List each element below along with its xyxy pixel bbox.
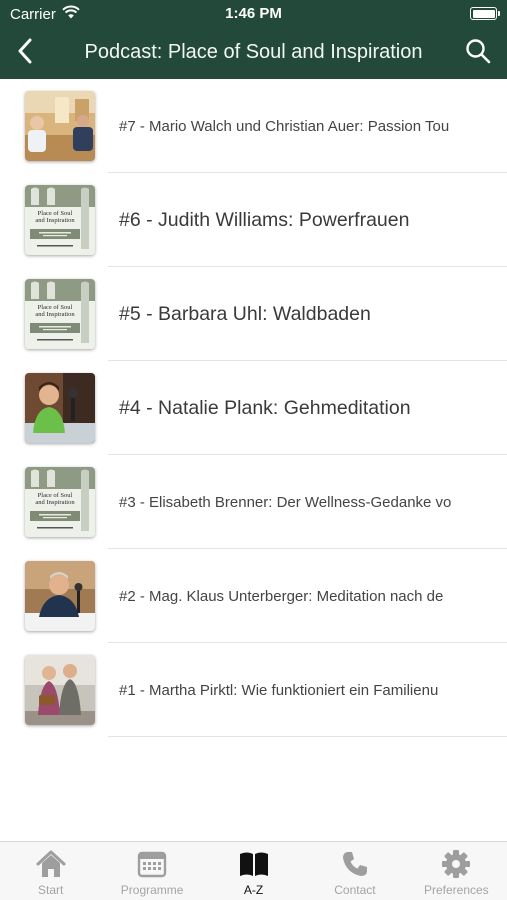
back-button[interactable]: [10, 36, 40, 70]
tab-label: A-Z: [243, 883, 264, 897]
episode-thumbnail: Place of Soul and Inspiration: [25, 185, 95, 255]
episode-thumbnail: [25, 655, 95, 725]
cover-title-line2: and Inspiration: [35, 217, 75, 224]
episode-title: #6 - Judith Williams: Powerfrauen: [119, 208, 410, 231]
search-icon: [465, 38, 491, 69]
tab-preferences[interactable]: Preferences: [406, 842, 507, 900]
episode-row[interactable]: #4 - Natalie Plank: Gehmeditation: [0, 361, 507, 455]
tab-start[interactable]: Start: [0, 842, 101, 900]
episode-row[interactable]: Place of Soul and Inspiration #3 - Elisa…: [0, 455, 507, 549]
cover-title-line1: Place of Soul: [38, 304, 73, 311]
episode-row[interactable]: Place of Soul and Inspiration #5 - Barba…: [0, 267, 507, 361]
cover-title-line1: Place of Soul: [38, 492, 73, 499]
tab-bar: Start Programme A-Z Contact Preferences: [0, 841, 507, 900]
tab-a-z[interactable]: A-Z: [203, 842, 304, 900]
battery-icon: [470, 7, 500, 20]
gear-icon: [441, 849, 471, 879]
cover-title-line2: and Inspiration: [35, 311, 75, 318]
episode-thumbnail: Place of Soul and Inspiration: [25, 279, 95, 349]
episode-title: #1 - Martha Pirktl: Wie funktioniert ein…: [119, 681, 439, 699]
episode-row[interactable]: Place of Soul and Inspiration #6 - Judit…: [0, 173, 507, 267]
search-button[interactable]: [463, 38, 493, 68]
cover-title-line1: Place of Soul: [38, 210, 73, 217]
tab-contact[interactable]: Contact: [304, 842, 405, 900]
episode-title: #5 - Barbara Uhl: Waldbaden: [119, 302, 371, 325]
episode-thumbnail: [25, 561, 95, 631]
episode-list: #7 - Mario Walch und Christian Auer: Pas…: [0, 79, 507, 737]
tab-programme[interactable]: Programme: [101, 842, 202, 900]
episode-thumbnail: [25, 91, 95, 161]
tab-label: Contact: [334, 883, 376, 897]
tab-label: Programme: [120, 883, 184, 897]
page-title: Podcast: Place of Soul and Inspiration: [84, 41, 423, 63]
episode-thumbnail: [25, 373, 95, 443]
episode-row[interactable]: #2 - Mag. Klaus Unterberger: Meditation …: [0, 549, 507, 643]
episode-title: #2 - Mag. Klaus Unterberger: Meditation …: [119, 587, 444, 605]
clock: 1:46 PM: [225, 5, 282, 22]
phone-icon: [341, 849, 369, 879]
status-bar: Carrier 1:46 PM: [0, 0, 507, 28]
tab-label: Start: [38, 883, 64, 897]
cover-title-line2: and Inspiration: [35, 499, 75, 506]
navigation-bar: Podcast: Place of Soul and Inspiration: [0, 28, 507, 79]
tab-label: Preferences: [423, 883, 489, 897]
episode-row[interactable]: #7 - Mario Walch und Christian Auer: Pas…: [0, 79, 507, 173]
chevron-left-icon: [17, 38, 33, 69]
home-icon: [35, 849, 67, 879]
episode-thumbnail: Place of Soul and Inspiration: [25, 467, 95, 537]
episode-title: #4 - Natalie Plank: Gehmeditation: [119, 396, 411, 419]
episode-title: #3 - Elisabeth Brenner: Der Wellness-Ged…: [119, 493, 452, 511]
book-icon: [238, 849, 270, 879]
episode-title: #7 - Mario Walch und Christian Auer: Pas…: [119, 117, 450, 135]
calendar-icon: [137, 849, 167, 879]
episode-row[interactable]: #1 - Martha Pirktl: Wie funktioniert ein…: [0, 643, 507, 737]
